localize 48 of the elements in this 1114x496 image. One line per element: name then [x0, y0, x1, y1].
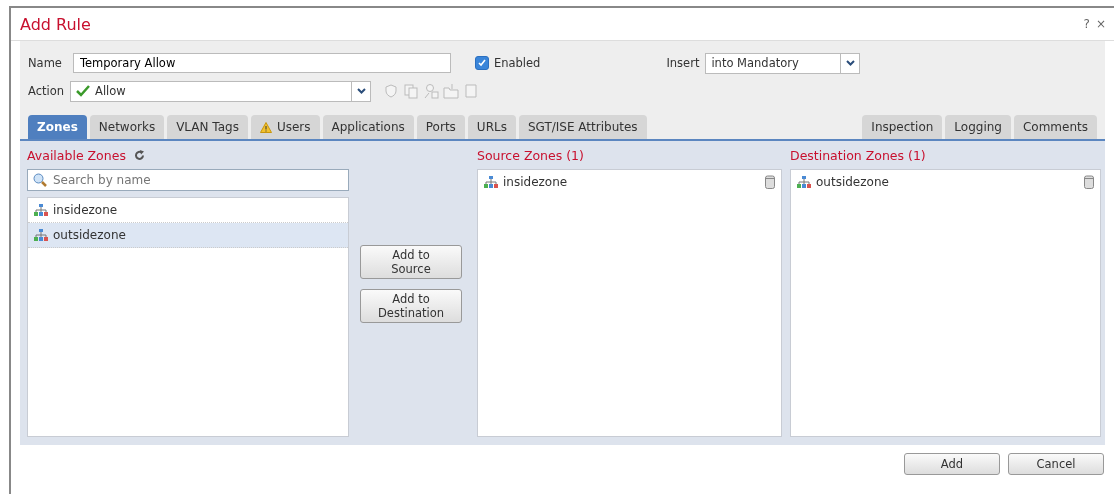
destination-zones-title: Destination Zones (1)	[790, 147, 926, 163]
caret-icon	[845, 60, 855, 66]
shield-icon[interactable]	[383, 83, 400, 99]
tab[interactable]: Applications	[322, 115, 414, 139]
tab[interactable]: Ports	[416, 115, 465, 139]
add-zone-button[interactable]: Add to Source	[360, 245, 462, 279]
add-zone-button[interactable]: Add to Destination	[360, 289, 462, 323]
tab[interactable]: Networks	[89, 115, 165, 139]
available-zones-title: Available Zones	[27, 147, 126, 163]
dialog-button[interactable]: Cancel	[1008, 453, 1104, 475]
document-icon[interactable]	[463, 83, 480, 99]
folder-icon[interactable]	[443, 83, 460, 99]
refresh-icon[interactable]	[133, 149, 145, 161]
action-label: Action	[28, 84, 65, 98]
name-field[interactable]: Temporary Allow	[72, 53, 451, 73]
tab[interactable]: Users	[250, 115, 320, 139]
tab[interactable]: SGT/ISE Attributes	[518, 115, 647, 139]
network-icon	[34, 229, 48, 241]
search-field[interactable]: Search by name	[27, 169, 349, 191]
close-button[interactable]: ×	[1095, 17, 1106, 31]
source-zones-title: Source Zones (1)	[477, 147, 584, 163]
tab[interactable]: Inspection	[862, 115, 943, 139]
enabled-label: Enabled	[493, 56, 541, 70]
tab[interactable]: Comments	[1013, 115, 1097, 139]
tab[interactable]: VLAN Tags	[167, 115, 248, 139]
action-dropdown[interactable]: Allow	[70, 80, 372, 102]
insert-dropdown[interactable]: into Mandatory	[705, 52, 861, 74]
trash-icon[interactable]	[1084, 175, 1094, 189]
warning-icon	[259, 121, 272, 133]
dialog-button[interactable]: Add	[904, 453, 1000, 475]
zone-item[interactable]: insidezone	[478, 170, 781, 194]
copy-icon[interactable]	[403, 83, 420, 99]
help-button[interactable]: ?	[1083, 17, 1090, 31]
name-label: Name	[28, 56, 62, 70]
tab[interactable]: Zones	[28, 115, 87, 139]
network-icon	[797, 176, 811, 188]
tab[interactable]: Logging	[945, 115, 1011, 139]
trash-icon[interactable]	[765, 175, 775, 189]
caret-icon	[356, 88, 366, 94]
insert-label: Insert	[666, 56, 700, 70]
zone-item[interactable]: outsidezone	[28, 223, 348, 248]
network-icon	[484, 176, 498, 188]
enabled-checkbox[interactable]	[474, 56, 489, 70]
zone-item[interactable]: outsidezone	[791, 170, 1100, 194]
dialog-title: Add Rule	[20, 14, 92, 34]
network-icon	[34, 204, 48, 216]
tab[interactable]: URLs	[467, 115, 516, 139]
check-icon	[76, 85, 91, 97]
